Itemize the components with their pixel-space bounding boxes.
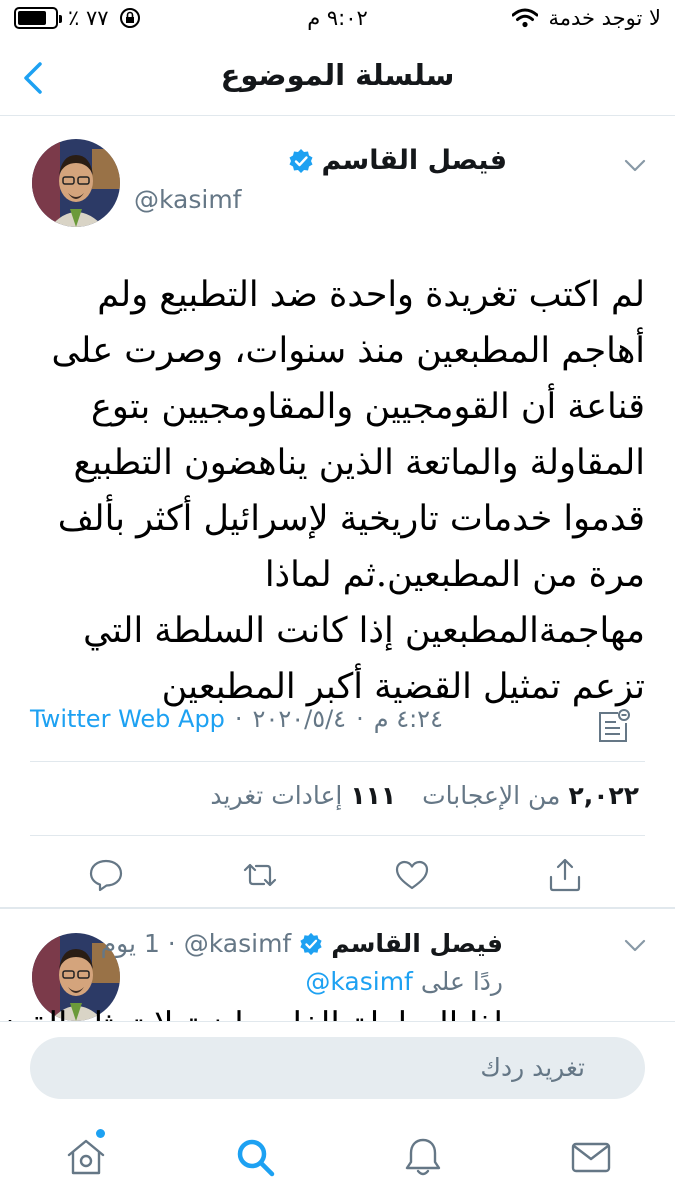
likes-stat[interactable]: ٢,٠٢٢من الإعجابات [422, 781, 639, 810]
replying-to: ردًا على @kasimf [305, 967, 503, 996]
messages-icon[interactable] [569, 1135, 613, 1179]
chevron-down-icon[interactable] [624, 159, 646, 173]
status-bar: ٪ ٧٧ ٩:٠٢ م لا توجد خدمة [0, 0, 675, 40]
tweet-text: لم اكتب تغريدة واحدة ضد التطبيع ولم أهاج… [51, 275, 645, 707]
replying-to-handle[interactable]: @kasimf [305, 967, 412, 996]
author-handle[interactable]: @kasimf [134, 185, 241, 214]
reply-header: فيصل القاسم @kasimf · 1 يوم [101, 929, 503, 958]
verified-badge-icon [289, 148, 312, 173]
reply-input[interactable]: تغريد ردك [30, 1037, 645, 1099]
page-title: سلسلة الموضوع [220, 58, 455, 92]
retweets-count: ١١١ [350, 781, 397, 810]
reply-author-handle[interactable]: @kasimf [184, 929, 291, 958]
reply-tweet[interactable]: فيصل القاسم @kasimf · 1 يوم ردًا على @ka… [0, 909, 675, 1021]
avatar[interactable] [32, 139, 120, 227]
tweet-meta: Twitter Web App · ٢٠٢٠/٥/٤ · ٤:٢٤ م [30, 705, 443, 733]
notifications-icon[interactable] [401, 1135, 445, 1179]
home-notification-dot [96, 1129, 105, 1138]
divider [30, 761, 645, 762]
carrier-label: لا توجد خدمة [548, 6, 661, 30]
tweet-date: ٢٠٢٠/٥/٤ [252, 705, 347, 733]
tweet-source-link[interactable]: Twitter Web App [30, 705, 225, 733]
nav-header: سلسلة الموضوع [0, 40, 675, 116]
retweets-label: إعادات تغريد [210, 781, 343, 810]
reply-time: · 1 يوم [100, 929, 176, 958]
reply-text: اذا السلطة الفلسطينية لا تمثل القضية [0, 1005, 503, 1021]
author-display-name[interactable]: فيصل القاسم [322, 145, 508, 176]
view-activity-icon[interactable] [594, 707, 632, 745]
verified-badge-icon [300, 932, 322, 955]
wifi-icon [512, 8, 539, 28]
likes-count: ٢,٠٢٢ [568, 781, 639, 810]
share-icon[interactable] [547, 857, 583, 893]
reply-author-name[interactable]: فيصل القاسم [331, 929, 503, 958]
divider [30, 835, 645, 836]
meta-separator: · [356, 705, 364, 733]
home-icon[interactable] [64, 1135, 108, 1179]
retweet-icon[interactable] [242, 857, 278, 893]
compose-bar: تغريد ردك [0, 1021, 675, 1115]
tweet-actions [0, 857, 675, 897]
chevron-down-icon[interactable] [624, 939, 646, 953]
replying-to-label: ردًا على [420, 967, 503, 996]
tab-bar [0, 1115, 675, 1200]
search-icon[interactable] [233, 1135, 277, 1179]
likes-label: من الإعجابات [422, 781, 561, 810]
tweet-time: ٤:٢٤ م [373, 705, 443, 733]
author-name-block: فيصل القاسم [207, 145, 507, 176]
reply-icon[interactable] [88, 857, 124, 893]
meta-separator: · [234, 705, 243, 733]
status-right: لا توجد خدمة [512, 6, 661, 30]
tweet-stats: ٢,٠٢٢من الإعجابات ١١١إعادات تغريد [210, 781, 639, 810]
retweets-stat[interactable]: ١١١إعادات تغريد [210, 781, 396, 810]
main-tweet: فيصل القاسم @kasimf لم اكتب تغريدة واحدة… [0, 117, 675, 907]
like-icon[interactable] [394, 857, 430, 893]
